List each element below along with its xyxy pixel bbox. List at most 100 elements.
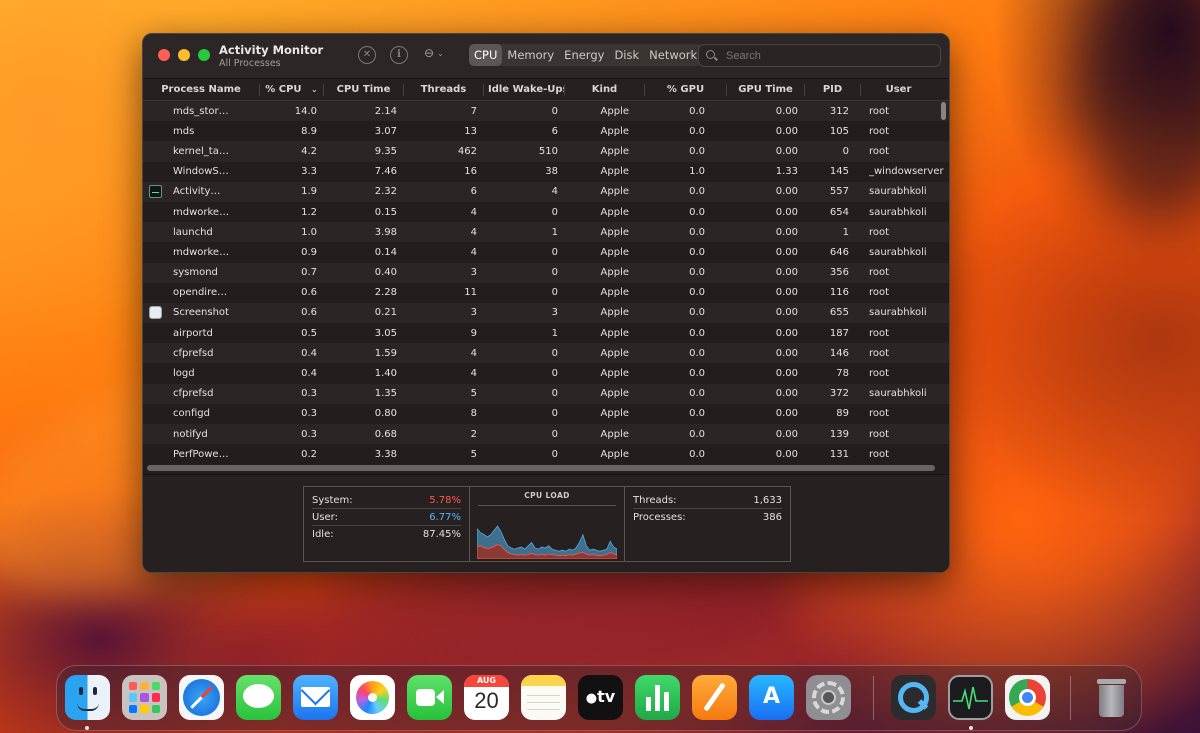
col-user[interactable]: User xyxy=(861,84,936,96)
calendar-icon[interactable]: AUG 20 xyxy=(464,675,509,720)
vertical-scrollbar[interactable] xyxy=(941,102,946,120)
gpu-time-cell: 0.00 xyxy=(775,287,798,299)
table-row[interactable]: Activity… 1.9 2.32 6 4 Apple 0.0 0.00 557 saurabh… xyxy=(143,181,949,202)
col-kind[interactable]: Kind xyxy=(565,83,645,96)
blank-process-icon xyxy=(149,327,162,340)
more-actions-menu[interactable]: ⊖ ⌄ xyxy=(424,46,444,60)
facetime-icon[interactable] xyxy=(407,675,452,720)
tab-memory[interactable]: Memory xyxy=(502,44,559,66)
table-row[interactable]: cfprefsd 0.3 1.35 5 0 Apple 0.0 0.00 372 saurabhk… xyxy=(143,383,949,404)
quicktime-icon[interactable] xyxy=(891,675,936,720)
col-gpu-time[interactable]: GPU Time xyxy=(727,83,805,96)
dock-separator-2 xyxy=(1070,676,1071,720)
activity-monitor-icon[interactable] xyxy=(948,675,993,720)
ellipsis-circle-icon: ⊖ xyxy=(424,46,435,60)
cpu-time-cell: 3.38 xyxy=(374,448,397,460)
table-row[interactable]: notifyd 0.3 0.68 2 0 Apple 0.0 0.00 139 root xyxy=(143,424,949,445)
calendar-day: 20 xyxy=(474,688,499,713)
app-store-icon[interactable]: A xyxy=(749,675,794,720)
table-row[interactable]: sysmond 0.7 0.40 3 0 Apple 0.0 0.00 356 root xyxy=(143,262,949,283)
table-row[interactable]: PerfPowe… 0.2 3.38 5 0 Apple 0.0 0.00 131 root xyxy=(143,444,949,462)
cpu-cell: 0.3 xyxy=(301,408,317,420)
kind-cell: Apple xyxy=(600,267,629,279)
table-row[interactable]: cfprefsd 0.4 1.59 4 0 Apple 0.0 0.00 146 root xyxy=(143,343,949,364)
numbers-icon[interactable] xyxy=(635,675,680,720)
cpu-stats-box: System: 5.78% User: 6.77% Idle: 87.45% C… xyxy=(303,486,791,562)
idle-wakeups-cell: 0 xyxy=(551,448,558,460)
table-row[interactable]: kernel_ta… 4.2 9.35 462 510 Apple 0.0 0.00 0 root xyxy=(143,141,949,162)
cpu-usage-breakdown: System: 5.78% User: 6.77% Idle: 87.45% xyxy=(304,487,470,561)
col-process-name[interactable]: Process Name xyxy=(143,83,260,96)
cpu-time-cell: 0.40 xyxy=(374,267,397,279)
idle-wakeups-cell: 4 xyxy=(551,186,558,198)
tab-network[interactable]: Network xyxy=(644,44,702,66)
safari-icon[interactable] xyxy=(179,675,224,720)
idle-wakeups-cell: 0 xyxy=(551,267,558,279)
process-name: cfprefsd xyxy=(173,347,214,359)
col-cpu[interactable]: % CPU ⌄ xyxy=(260,83,324,96)
blank-process-icon xyxy=(149,266,162,279)
apple-tv-icon[interactable]: ●tv xyxy=(578,675,623,720)
user-row: User: 6.77% xyxy=(312,509,461,526)
gpu-cell: 0.0 xyxy=(689,408,705,420)
kind-cell: Apple xyxy=(600,206,629,218)
pid-cell: 356 xyxy=(829,267,849,279)
photos-icon[interactable] xyxy=(350,675,395,720)
tab-disk[interactable]: Disk xyxy=(609,44,644,66)
blank-process-icon xyxy=(149,165,162,178)
col-idle-wakeups[interactable]: Idle Wake-Ups xyxy=(484,83,565,96)
zoom-window-button[interactable] xyxy=(198,49,210,61)
trash-icon[interactable] xyxy=(1089,675,1134,720)
tab-cpu[interactable]: CPU xyxy=(469,44,503,66)
table-row[interactable]: WindowS… 3.3 7.46 16 38 Apple 1.0 1.33 145 _windo… xyxy=(143,161,949,182)
search-field[interactable] xyxy=(698,44,941,67)
process-name-cell: airportd xyxy=(143,327,260,340)
search-icon xyxy=(705,49,719,63)
pages-icon[interactable] xyxy=(692,675,737,720)
col-cpu-label: % CPU xyxy=(265,83,302,95)
cpu-time-cell: 0.21 xyxy=(374,307,397,319)
stop-process-icon[interactable]: ✕ xyxy=(358,46,376,64)
launchpad-icon[interactable] xyxy=(122,675,167,720)
cpu-cell: 0.4 xyxy=(301,347,317,359)
table-row[interactable]: launchd 1.0 3.98 4 1 Apple 0.0 0.00 1 root xyxy=(143,222,949,243)
minimize-window-button[interactable] xyxy=(178,49,190,61)
finder-icon[interactable] xyxy=(65,675,110,720)
table-row[interactable]: mds_stor… 14.0 2.14 7 0 Apple 0.0 0.00 312 root xyxy=(143,101,949,122)
notes-icon[interactable] xyxy=(521,675,566,720)
tab-energy[interactable]: Energy xyxy=(559,44,609,66)
table-row[interactable]: mdworke… 0.9 0.14 4 0 Apple 0.0 0.00 646 saurabhk… xyxy=(143,242,949,263)
table-row[interactable]: configd 0.3 0.80 8 0 Apple 0.0 0.00 89 root xyxy=(143,403,949,424)
table-row[interactable]: logd 0.4 1.40 4 0 Apple 0.0 0.00 78 root xyxy=(143,363,949,384)
dock-separator xyxy=(873,676,874,720)
col-threads[interactable]: Threads xyxy=(404,83,484,96)
user-cell: root xyxy=(869,105,890,117)
search-input[interactable] xyxy=(726,49,926,62)
table-row[interactable]: mds 8.9 3.07 13 6 Apple 0.0 0.00 105 root xyxy=(143,121,949,142)
col-pid[interactable]: PID xyxy=(805,83,861,96)
process-name-cell: sysmond xyxy=(143,266,260,279)
cpu-cell: 1.9 xyxy=(301,186,317,198)
threads-cell: 3 xyxy=(470,267,477,279)
table-row[interactable]: mdworke… 1.2 0.15 4 0 Apple 0.0 0.00 654 saurabhk… xyxy=(143,201,949,223)
threads-cell: 4 xyxy=(470,368,477,380)
horizontal-scrollbar[interactable] xyxy=(147,465,935,471)
col-cpu-time[interactable]: CPU Time xyxy=(324,83,404,96)
threads-cell: 4 xyxy=(470,347,477,359)
cpu-time-cell: 0.14 xyxy=(374,246,397,258)
table-row[interactable]: airportd 0.5 3.05 9 1 Apple 0.0 0.00 187 root xyxy=(143,323,949,344)
process-name: airportd xyxy=(173,327,213,339)
cpu-time-cell: 2.14 xyxy=(374,105,397,117)
table-row[interactable]: Screenshot 0.6 0.21 3 3 Apple 0.0 0.00 655 saurab… xyxy=(143,302,949,324)
table-row[interactable]: opendire… 0.6 2.28 11 0 Apple 0.0 0.00 116 root xyxy=(143,282,949,303)
idle-wakeups-cell: 6 xyxy=(551,125,558,137)
mail-icon[interactable] xyxy=(293,675,338,720)
close-window-button[interactable] xyxy=(158,49,170,61)
idle-label: Idle: xyxy=(312,529,334,540)
chrome-icon[interactable] xyxy=(1005,675,1050,720)
kind-cell: Apple xyxy=(600,428,629,440)
messages-icon[interactable] xyxy=(236,675,281,720)
system-preferences-icon[interactable] xyxy=(806,675,851,720)
col-gpu[interactable]: % GPU xyxy=(645,83,727,96)
info-icon[interactable]: i xyxy=(390,46,408,64)
